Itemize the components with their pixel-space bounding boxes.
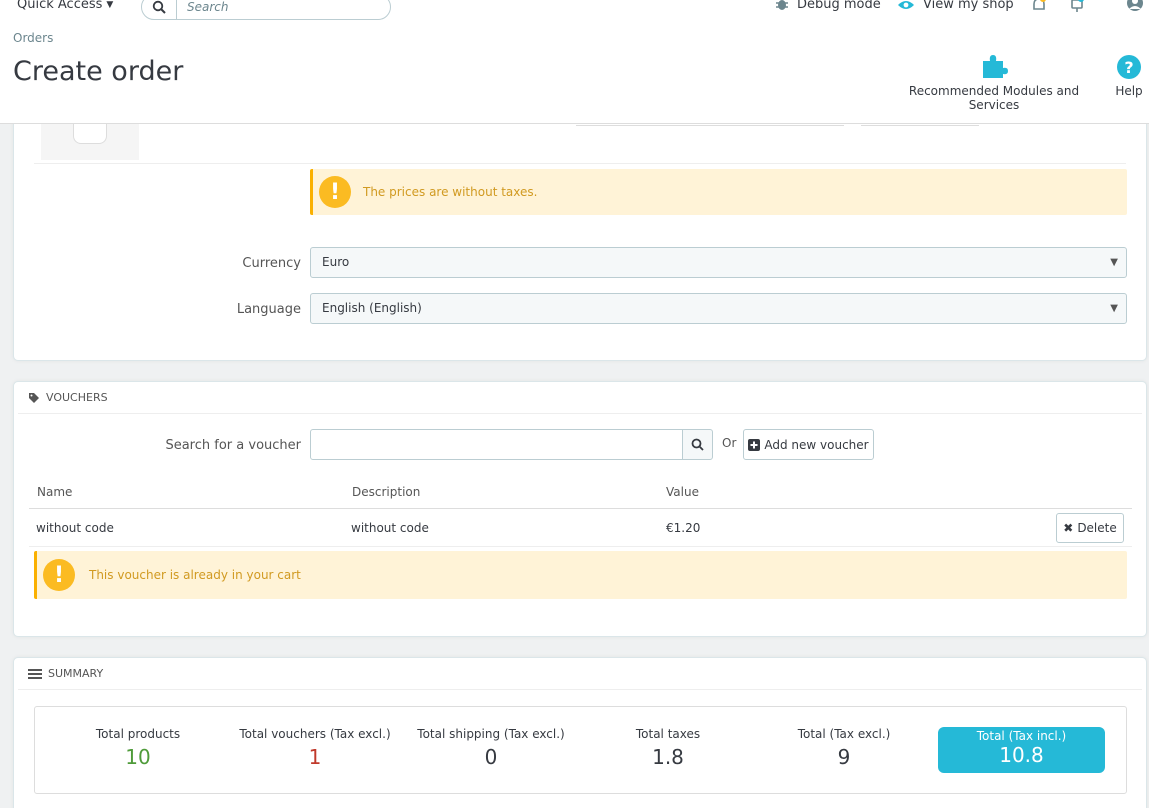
language-label: Language — [236, 302, 301, 317]
puzzle-icon — [888, 46, 1100, 80]
breadcrumb[interactable]: Orders — [13, 31, 53, 45]
or-text: Or — [722, 436, 737, 450]
vouchers-heading-text: VOUCHERS — [46, 391, 108, 404]
plus-square-icon — [748, 438, 761, 451]
voucher-warning-text: This voucher is already in your cart — [89, 568, 301, 582]
stat-label: Total taxes — [635, 727, 701, 741]
column-header-name: Name — [37, 485, 73, 499]
voucher-value: €1.20 — [666, 521, 701, 535]
page-title: Create order — [13, 56, 184, 87]
quick-access-menu[interactable]: Quick Access ▼ — [17, 0, 113, 12]
divider — [34, 163, 1126, 164]
search-icon — [691, 438, 704, 451]
vouchers-heading: VOUCHERS — [18, 382, 1142, 414]
voucher-warning: ! This voucher is already in your cart — [34, 551, 1127, 599]
stat-value: 10.8 — [999, 743, 1044, 767]
voucher-search-button[interactable] — [682, 429, 713, 460]
stat-total-vouchers: Total vouchers (Tax excl.) 1 — [230, 727, 400, 769]
prices-warning: ! The prices are without taxes. — [310, 169, 1127, 215]
stat-value: 10 — [125, 745, 151, 769]
debug-mode-label: Debug mode — [797, 0, 881, 12]
stat-value: 0 — [484, 745, 498, 769]
page-header: Quick Access ▼ Search Debug mode View my… — [0, 0, 1149, 124]
prices-warning-text: The prices are without taxes. — [363, 185, 538, 199]
delete-label: Delete — [1077, 521, 1117, 535]
voucher-name: without code — [36, 521, 114, 535]
tag-icon — [29, 392, 39, 403]
exclamation-icon: ! — [319, 176, 351, 208]
add-voucher-button[interactable]: Add new voucher — [743, 429, 874, 460]
language-value: English (English) — [322, 301, 422, 315]
quick-access-label: Quick Access — [17, 0, 103, 12]
stat-total-tax-excl: Total (Tax excl.) 9 — [759, 727, 929, 769]
help-button[interactable]: ? Help — [1112, 46, 1146, 98]
voucher-search-input[interactable] — [310, 429, 683, 460]
stat-total-tax-incl: Total (Tax incl.) 10.8 — [938, 727, 1105, 773]
currency-value: Euro — [322, 255, 350, 269]
language-select[interactable]: English (English) ▼ — [310, 293, 1127, 324]
voucher-description: without code — [351, 521, 429, 535]
stat-total-products: Total products 10 — [53, 727, 223, 769]
stat-total-taxes: Total taxes 1.8 — [583, 727, 753, 769]
stat-total-shipping: Total shipping (Tax excl.) 0 — [406, 727, 576, 769]
question-icon: ? — [1112, 46, 1146, 80]
column-header-description: Description — [352, 485, 421, 499]
search-bar[interactable]: Search — [141, 0, 391, 20]
recommended-modules-button[interactable]: Recommended Modules and Services — [888, 46, 1100, 112]
voucher-search-label: Search for a voucher — [165, 438, 301, 453]
stat-value: 9 — [837, 745, 851, 769]
debug-mode-link[interactable]: Debug mode — [775, 0, 881, 12]
eye-icon — [898, 0, 914, 9]
view-shop-link[interactable]: View my shop — [897, 0, 1014, 12]
stat-value: 1 — [308, 745, 322, 769]
recommended-modules-label: Recommended Modules and Services — [908, 84, 1080, 112]
column-header-value: Value — [666, 485, 699, 499]
svg-text:?: ? — [1124, 58, 1133, 77]
vouchers-panel: VOUCHERS Search for a voucher Or Add new… — [13, 381, 1147, 637]
stat-label: Total shipping (Tax excl.) — [417, 727, 565, 741]
currency-label: Currency — [242, 256, 301, 271]
search-input[interactable]: Search — [187, 0, 229, 14]
stat-label: Total vouchers (Tax excl.) — [239, 727, 391, 741]
table-header-divider — [29, 508, 1132, 509]
summary-heading: SUMMARY — [18, 658, 1142, 690]
exclamation-icon: ! — [43, 559, 75, 591]
close-icon: ✖ — [1063, 521, 1074, 535]
add-voucher-label: Add new voucher — [764, 437, 869, 452]
summary-box: Total products 10 Total vouchers (Tax ex… — [34, 706, 1127, 794]
search-icon — [142, 0, 176, 14]
stat-label: Total (Tax excl.) — [797, 727, 891, 741]
caret-down-icon: ▼ — [106, 0, 114, 10]
chevron-down-icon: ▼ — [1110, 303, 1118, 314]
summary-panel: SUMMARY Total products 10 Total vouchers… — [13, 657, 1147, 808]
bug-icon — [776, 0, 788, 10]
table-row-divider — [29, 546, 1132, 547]
view-shop-label: View my shop — [923, 0, 1014, 12]
stat-label: Total products — [95, 727, 181, 741]
currency-select[interactable]: Euro ▼ — [310, 247, 1127, 278]
customer-service-icon[interactable] — [1068, 0, 1086, 17]
stat-label: Total (Tax incl.) — [976, 729, 1067, 743]
list-icon — [28, 668, 42, 679]
stat-value: 1.8 — [652, 745, 684, 769]
delete-voucher-button[interactable]: ✖ Delete — [1056, 513, 1124, 543]
chevron-down-icon: ▼ — [1110, 257, 1118, 268]
summary-heading-text: SUMMARY — [48, 667, 104, 680]
search-divider — [176, 0, 177, 20]
help-label: Help — [1115, 84, 1143, 98]
user-avatar-icon[interactable] — [1125, 0, 1145, 17]
bell-icon[interactable] — [1030, 0, 1048, 17]
